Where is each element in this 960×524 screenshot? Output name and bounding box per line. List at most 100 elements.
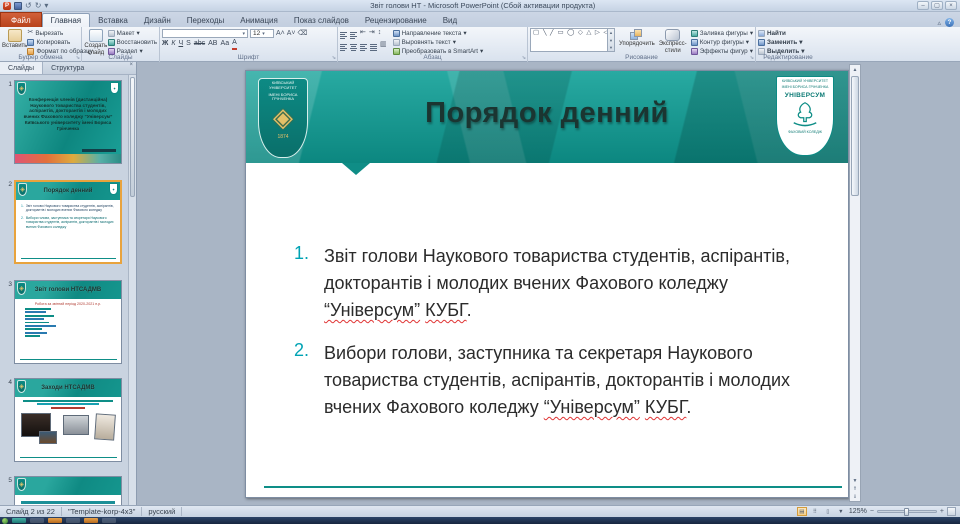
- thumb-subtitle: Робота за звітний період 2020-2021 н.р.: [21, 302, 115, 306]
- previous-slide-icon[interactable]: ⇑: [853, 486, 857, 492]
- pane-close-icon[interactable]: ×: [129, 62, 136, 74]
- find-button[interactable]: Найти: [758, 29, 818, 37]
- tab-slideshow[interactable]: Показ слайдов: [286, 13, 357, 27]
- taskbar-app[interactable]: [12, 518, 26, 523]
- text-direction-button[interactable]: Направление текста ▾: [393, 29, 484, 37]
- slide-sorter-view-button[interactable]: ⠿: [810, 507, 820, 516]
- close-button[interactable]: ×: [945, 1, 957, 10]
- decrease-indent-icon[interactable]: ⇤: [360, 29, 366, 37]
- taskbar-app[interactable]: [84, 518, 98, 523]
- strikethrough-button[interactable]: abc: [194, 39, 205, 49]
- increase-indent-icon[interactable]: ⇥: [369, 29, 375, 37]
- columns-icon[interactable]: ▥: [380, 41, 387, 49]
- shapes-gallery-scrollbar[interactable]: ▲▼▼: [608, 28, 615, 52]
- sidebar-scroll-thumb[interactable]: [130, 77, 135, 197]
- taskbar-app[interactable]: [66, 518, 80, 523]
- slide-thumbnail-1[interactable]: ◈ ✦ Конференція членів (дистанційна) Нау…: [14, 80, 122, 164]
- photo: [94, 414, 116, 441]
- scroll-thumb[interactable]: [851, 76, 859, 196]
- fit-to-window-button[interactable]: [947, 507, 956, 516]
- new-slide-button[interactable]: Создать слайд: [84, 28, 108, 56]
- tab-transitions[interactable]: Переходы: [179, 13, 233, 27]
- slide-thumbnail-4[interactable]: ◈ Заходи НТСАДМВ: [14, 378, 122, 462]
- layout-button[interactable]: Макет ▾: [108, 29, 157, 37]
- scroll-up-icon[interactable]: ▲: [853, 65, 858, 75]
- slide-thumbnail-3[interactable]: ◈ Звіт голови НТСАДМВ Робота за звітний …: [14, 280, 122, 364]
- vertical-scrollbar[interactable]: ▲ ▼ ⇑ ⇓: [849, 64, 861, 502]
- pane-tab-outline[interactable]: Структура: [43, 62, 92, 74]
- shrink-font-icon[interactable]: A˅: [287, 30, 296, 38]
- line-spacing-icon[interactable]: ↕: [378, 29, 382, 37]
- zoom-out-icon[interactable]: −: [870, 508, 874, 515]
- change-case-button[interactable]: Аа: [220, 39, 229, 49]
- taskbar-app[interactable]: [30, 518, 44, 523]
- zoom-level[interactable]: 125%: [849, 508, 867, 515]
- clipboard-dialog-launcher-icon[interactable]: ⇘: [76, 56, 80, 61]
- clear-formatting-icon[interactable]: ⌫: [298, 30, 308, 38]
- minimize-button[interactable]: –: [917, 1, 929, 10]
- align-text-button[interactable]: Выровнять текст ▾: [393, 38, 484, 46]
- font-dialog-launcher-icon[interactable]: ⇘: [332, 56, 336, 61]
- grow-font-icon[interactable]: A˄: [276, 30, 285, 38]
- tab-file[interactable]: Файл: [0, 12, 42, 27]
- agenda-item-1[interactable]: 1. Звіт голови Наукового товариства студ…: [294, 243, 828, 324]
- slideshow-view-button[interactable]: ▼: [836, 507, 846, 516]
- scroll-down-icon[interactable]: ▼: [853, 478, 858, 484]
- powerpoint-app-icon[interactable]: P: [3, 2, 11, 10]
- character-spacing-button[interactable]: АВ: [208, 39, 217, 49]
- language-indicator[interactable]: русский: [142, 507, 182, 516]
- tab-design[interactable]: Дизайн: [136, 13, 179, 27]
- minimize-ribbon-icon[interactable]: ▵: [937, 19, 941, 27]
- next-slide-icon[interactable]: ⇓: [853, 494, 857, 500]
- arrange-button[interactable]: Упорядочить: [619, 28, 655, 48]
- paragraph-dialog-launcher-icon[interactable]: ⇘: [522, 56, 526, 61]
- font-name-combo[interactable]: ▾: [162, 29, 248, 38]
- zoom-in-icon[interactable]: +: [940, 508, 944, 515]
- bold-button[interactable]: Ж: [162, 39, 168, 49]
- maximize-button[interactable]: ▢: [931, 1, 943, 10]
- paste-button[interactable]: Вставить: [2, 28, 27, 55]
- shapes-gallery[interactable]: ▢╲╱▭◯◇△▷◁▽□○☆▣◻△▭◯: [530, 28, 608, 52]
- align-center-button[interactable]: [350, 40, 357, 51]
- underline-button[interactable]: Ч: [178, 39, 183, 49]
- numbering-button[interactable]: [350, 28, 357, 39]
- slide-thumbnail-5[interactable]: ◈: [14, 476, 122, 505]
- zoom-slider-thumb[interactable]: [904, 508, 909, 516]
- tab-animations[interactable]: Анимация: [232, 13, 286, 27]
- sidebar-scrollbar[interactable]: [128, 75, 136, 505]
- tab-review[interactable]: Рецензирование: [357, 13, 435, 27]
- reset-button[interactable]: Восстановить: [108, 38, 157, 46]
- align-right-button[interactable]: [360, 40, 367, 51]
- agenda-item-2[interactable]: 2. Вибори голови, заступника та секретар…: [294, 340, 828, 421]
- text-shadow-button[interactable]: S: [186, 39, 191, 49]
- slide-footer-line: [264, 486, 842, 489]
- undo-icon[interactable]: ↺: [25, 2, 32, 10]
- reading-view-button[interactable]: ▯: [823, 507, 833, 516]
- align-left-button[interactable]: [340, 40, 347, 51]
- tab-insert[interactable]: Вставка: [90, 13, 136, 27]
- shape-outline-button[interactable]: Контур фигуры ▾: [691, 38, 753, 46]
- redo-icon[interactable]: ↻: [35, 2, 42, 10]
- font-size-combo[interactable]: 12▾: [250, 29, 274, 38]
- tab-home[interactable]: Главная: [42, 13, 90, 27]
- replace-button[interactable]: Заменить ▾: [758, 38, 818, 46]
- font-color-button[interactable]: А: [232, 38, 237, 50]
- pane-tab-slides[interactable]: Слайды: [0, 62, 43, 74]
- slide[interactable]: КИЇВСЬКИЙ УНІВЕРСИТЕТ ІМЕНІ БОРИСА ГРІНЧ…: [245, 70, 849, 498]
- tab-view[interactable]: Вид: [435, 13, 465, 27]
- start-button-icon[interactable]: [2, 518, 8, 524]
- drawing-dialog-launcher-icon[interactable]: ⇘: [750, 56, 754, 61]
- zoom-slider[interactable]: [877, 510, 937, 513]
- help-icon[interactable]: ?: [945, 18, 954, 27]
- slide-title[interactable]: Порядок денний: [366, 97, 728, 130]
- italic-button[interactable]: К: [171, 39, 175, 49]
- bullets-button[interactable]: [340, 28, 347, 39]
- normal-view-button[interactable]: ▤: [797, 507, 807, 516]
- save-icon[interactable]: [14, 2, 22, 10]
- slide-thumbnail-2[interactable]: ◈ Порядок денний ✦ 1.Звіт голови Науково…: [14, 180, 122, 264]
- taskbar-app[interactable]: [48, 518, 62, 523]
- justify-button[interactable]: [370, 40, 377, 51]
- taskbar-app[interactable]: [102, 518, 116, 523]
- shape-fill-button[interactable]: Заливка фигуры ▾: [691, 29, 753, 37]
- quick-styles-button[interactable]: Экспресс-стили: [659, 28, 687, 54]
